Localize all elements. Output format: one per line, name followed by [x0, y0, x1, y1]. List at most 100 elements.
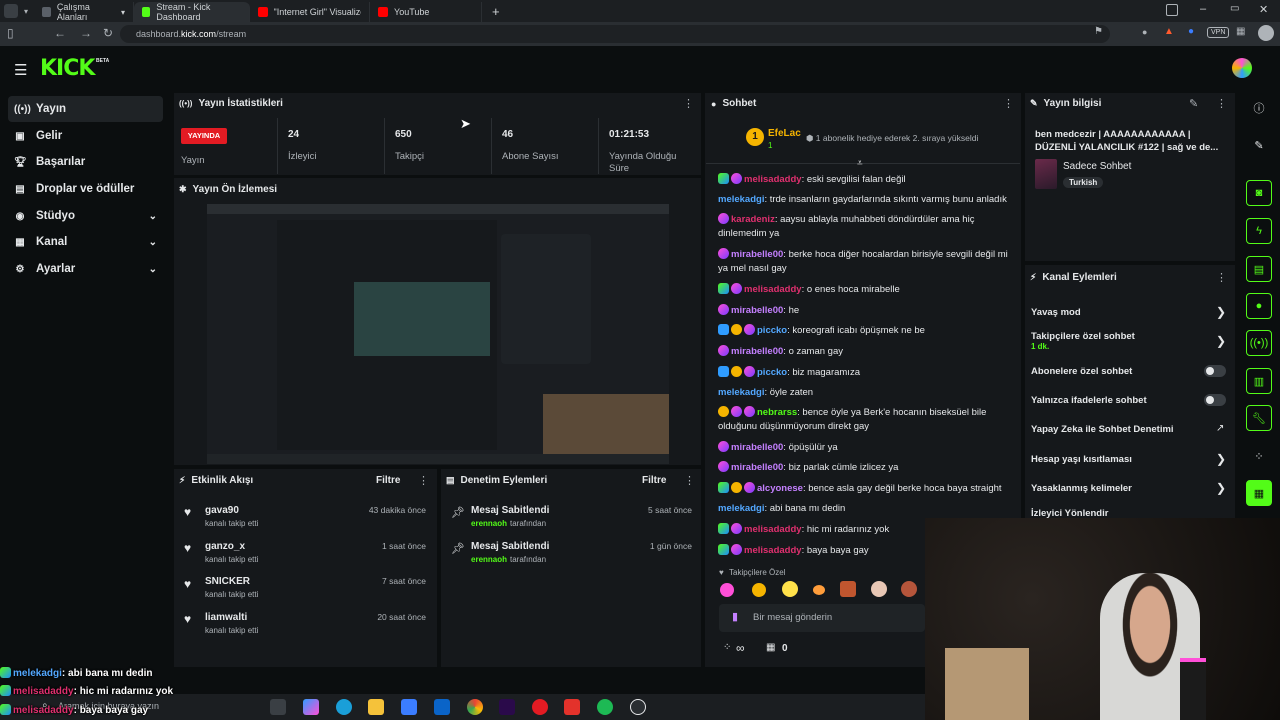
- kick-logo[interactable]: KICK: [40, 56, 95, 81]
- more-options-icon[interactable]: ⋮: [418, 474, 429, 487]
- sidebar-item-revenue[interactable]: ▣ Gelir: [8, 123, 163, 149]
- wallet-icon[interactable]: ●: [1188, 26, 1194, 37]
- back-icon[interactable]: ←: [54, 26, 66, 40]
- account-age-label[interactable]: Hesap yaşı kısıtlaması: [1031, 454, 1132, 465]
- followers-only-label[interactable]: Takipçilere özel sohbet: [1031, 331, 1135, 342]
- more-options-icon[interactable]: ⋮: [1216, 271, 1227, 284]
- microphone-icon[interactable]: ▮: [732, 610, 738, 623]
- sidebar-item-achievements[interactable]: 🏆︎ Başarılar: [8, 149, 163, 175]
- wrench-icon[interactable]: 🔧︎: [1246, 405, 1272, 431]
- activity-filter-button[interactable]: Filtre: [376, 475, 400, 486]
- sidebar-toggle-icon[interactable]: ▯: [7, 26, 14, 40]
- users-icon[interactable]: ⁘: [723, 642, 731, 653]
- more-options-icon[interactable]: ⋮: [1216, 97, 1227, 110]
- opera-icon[interactable]: [532, 699, 548, 715]
- edit-icon[interactable]: ✎: [1189, 97, 1198, 110]
- subscribers-only-toggle[interactable]: [1204, 365, 1226, 377]
- file-explorer-icon[interactable]: [368, 699, 384, 715]
- chat-username[interactable]: melisadaddy: [744, 174, 802, 185]
- moderation-user[interactable]: erennaoh: [471, 555, 507, 564]
- browser-menu-icon[interactable]: [4, 4, 18, 18]
- more-options-icon[interactable]: ⋮: [683, 97, 694, 110]
- studio-icon[interactable]: ▦: [1246, 480, 1272, 506]
- chat-username[interactable]: piccko: [757, 325, 787, 336]
- activity-user[interactable]: SNICKER: [205, 576, 250, 587]
- category-name[interactable]: Sadece Sohbet: [1063, 161, 1131, 172]
- copilot-icon[interactable]: [303, 699, 319, 715]
- activity-user[interactable]: liamwalti: [205, 612, 247, 623]
- reload-icon[interactable]: ↻: [103, 26, 113, 40]
- chat-username[interactable]: melisadaddy: [744, 524, 802, 535]
- tab-search-icon[interactable]: [1166, 4, 1178, 16]
- ai-moderation-label[interactable]: Yapay Zeka ile Sohbet Denetimi: [1031, 424, 1174, 435]
- edge-icon[interactable]: [336, 699, 352, 715]
- vpn-button[interactable]: VPN: [1207, 27, 1230, 38]
- lightning-icon[interactable]: ϟ: [1246, 218, 1272, 244]
- moderation-filter-button[interactable]: Filtre: [642, 475, 666, 486]
- tab-youtube[interactable]: YouTube: [370, 2, 483, 22]
- chat-username[interactable]: melekadgi: [718, 194, 764, 205]
- more-options-icon[interactable]: ⋮: [684, 474, 695, 487]
- more-options-icon[interactable]: ⋮: [1003, 97, 1014, 110]
- emote[interactable]: [813, 585, 825, 595]
- chat-username[interactable]: karadeniz: [731, 214, 775, 225]
- info-icon[interactable]: ⓘ: [1246, 95, 1272, 121]
- chevron-down-icon[interactable]: ▾: [24, 7, 28, 16]
- chat-input[interactable]: ▮ Bir mesaj gönderin: [719, 604, 925, 632]
- chat-username[interactable]: mirabelle00: [731, 346, 783, 357]
- chat-username[interactable]: melekadgi: [718, 503, 764, 514]
- edit-icon[interactable]: ✎: [1246, 132, 1272, 158]
- tab-kick-dashboard[interactable]: Stream - Kick Dashboard: [134, 2, 251, 22]
- chat-username[interactable]: mirabelle00: [731, 305, 783, 316]
- emote[interactable]: [720, 583, 734, 597]
- external-link-icon[interactable]: ↗: [1216, 423, 1224, 434]
- tab-workspaces[interactable]: Çalışma Alanları ▾: [34, 2, 135, 22]
- new-tab-icon[interactable]: +: [492, 4, 500, 19]
- store-icon[interactable]: [401, 699, 417, 715]
- chat-username[interactable]: piccko: [757, 367, 787, 378]
- chat-bubble-icon[interactable]: ●: [1246, 293, 1272, 319]
- address-bar[interactable]: dashboard.kick.com/stream: [120, 25, 1110, 43]
- brave-shield-icon[interactable]: ▲: [1164, 26, 1174, 37]
- extensions-icon[interactable]: ▦: [1236, 26, 1245, 37]
- sidebar-item-drops[interactable]: ▤ Droplar ve ödüller: [8, 176, 163, 202]
- chat-username[interactable]: melekadgi: [718, 387, 764, 398]
- chat-username[interactable]: melisadaddy: [744, 284, 802, 295]
- emotes-only-toggle[interactable]: [1204, 394, 1226, 406]
- chevron-right-icon[interactable]: ❯: [1216, 305, 1226, 319]
- extension-icon[interactable]: ●: [1142, 27, 1147, 37]
- box-icon[interactable]: ▦: [766, 642, 775, 653]
- chat-username[interactable]: mirabelle00: [731, 249, 783, 260]
- gifter-name[interactable]: EfeLac: [768, 128, 801, 139]
- minimize-icon[interactable]: –: [1200, 3, 1206, 15]
- emote[interactable]: [752, 583, 766, 597]
- forward-icon[interactable]: →: [80, 26, 92, 40]
- users-icon[interactable]: ⁘: [1246, 443, 1272, 469]
- emote[interactable]: [901, 581, 917, 597]
- banned-words-label[interactable]: Yasaklanmış kelimeler: [1031, 483, 1132, 494]
- sidebar-item-stream[interactable]: ((•)) Yayın: [8, 96, 163, 122]
- sidebar-item-channel[interactable]: ▦ Kanal ⌄: [8, 229, 163, 255]
- server-icon[interactable]: ▥: [1246, 368, 1272, 394]
- obs-icon[interactable]: [630, 699, 646, 715]
- outlook-icon[interactable]: [434, 699, 450, 715]
- maximize-icon[interactable]: ▭: [1230, 3, 1239, 14]
- sidebar-item-settings[interactable]: ⚙ Ayarlar ⌄: [8, 256, 163, 282]
- profile-icon[interactable]: [1258, 25, 1274, 41]
- close-icon[interactable]: ✕: [1259, 3, 1268, 16]
- hamburger-menu-icon[interactable]: ☰: [14, 61, 27, 79]
- chat-username[interactable]: alcyonese: [757, 483, 803, 494]
- collapse-icon[interactable]: ⩡: [857, 158, 863, 169]
- activity-user[interactable]: ganzo_x: [205, 541, 245, 552]
- chrome-icon[interactable]: [467, 699, 483, 715]
- document-icon[interactable]: ▤: [1246, 256, 1272, 282]
- chevron-down-icon[interactable]: ▾: [121, 8, 125, 17]
- activity-user[interactable]: gava90: [205, 505, 239, 516]
- moderation-user[interactable]: erennaoh: [471, 519, 507, 528]
- emote[interactable]: [782, 581, 798, 597]
- chat-username[interactable]: nebrarss: [757, 407, 797, 418]
- vivaldi-icon[interactable]: [564, 699, 580, 715]
- chat-username[interactable]: melisadaddy: [744, 545, 802, 556]
- chat-username[interactable]: mirabelle00: [731, 462, 783, 473]
- chevron-right-icon[interactable]: ❯: [1216, 481, 1226, 495]
